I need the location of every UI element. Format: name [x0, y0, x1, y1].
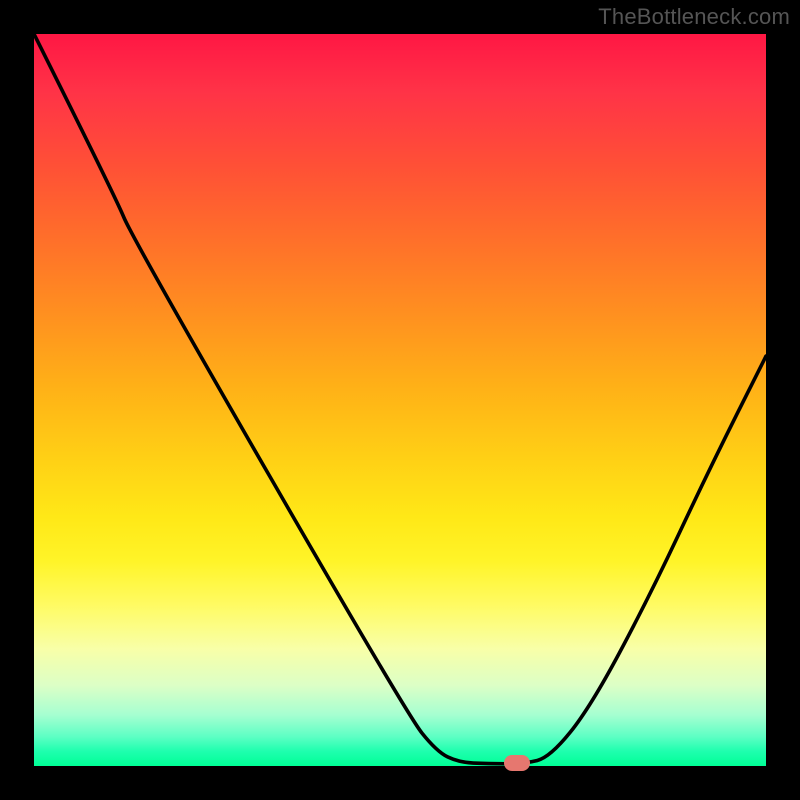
plot-area — [34, 34, 766, 766]
chart-frame: TheBottleneck.com — [0, 0, 800, 800]
bottleneck-curve — [34, 34, 766, 766]
watermark-text: TheBottleneck.com — [598, 4, 790, 30]
optimum-marker — [504, 755, 530, 771]
